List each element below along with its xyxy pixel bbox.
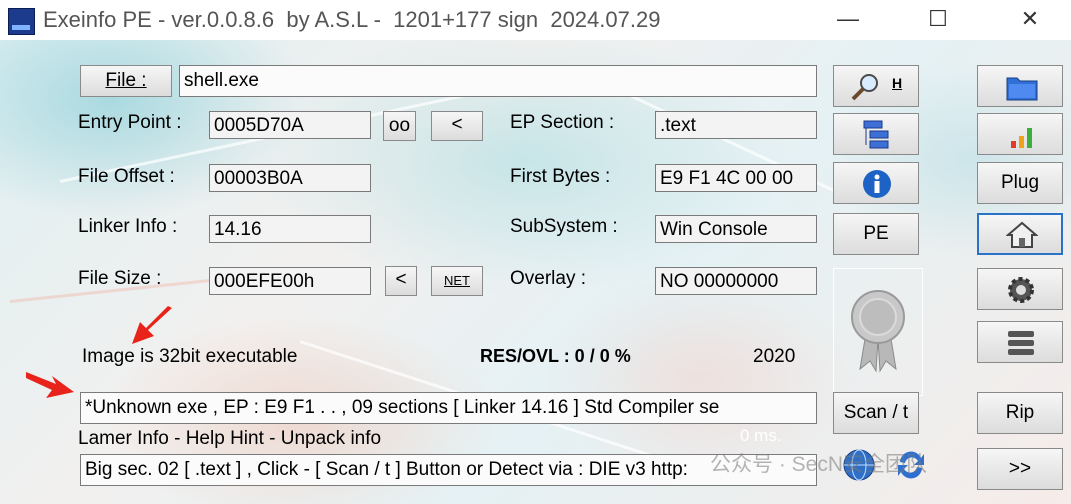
ep-back-button[interactable]: < — [431, 111, 483, 141]
image-bits-text: Image is 32bit executable — [82, 346, 298, 367]
scan-button[interactable]: Scan / t — [833, 392, 919, 434]
app-icon — [8, 8, 35, 35]
subsystem-field[interactable]: Win Console — [655, 215, 817, 243]
main-panel: File : shell.exe Entry Point : 0005D70A … — [0, 40, 1071, 504]
settings-button[interactable] — [977, 268, 1063, 310]
file-size-field[interactable]: 000EFE00h — [209, 267, 371, 295]
pe-button[interactable]: PE — [833, 213, 919, 255]
close-button[interactable]: ✕ — [1010, 4, 1050, 36]
open-folder-button[interactable] — [977, 65, 1063, 107]
res-ovl-text: RES/OVL : 0 / 0 % — [480, 346, 631, 366]
home-icon — [1006, 221, 1038, 248]
maximize-button[interactable]: ☐ — [918, 4, 958, 36]
red-arrow-icon — [26, 372, 74, 398]
size-back-button[interactable]: < — [385, 266, 417, 296]
menu-button[interactable] — [977, 321, 1063, 363]
file-button[interactable]: File : — [80, 65, 172, 97]
forward-button[interactable]: >> — [977, 448, 1063, 490]
info-icon — [863, 170, 891, 198]
window-title: Exeinfo PE - ver.0.0.8.6 by A.S.L - 1201… — [43, 7, 661, 32]
net-button-label: NET — [444, 273, 470, 288]
detection-result-field[interactable]: *Unknown exe , EP : E9 F1 . . , 09 secti… — [80, 392, 817, 424]
file-button-label: File : — [105, 70, 147, 91]
info-button[interactable] — [833, 162, 919, 204]
oo-button[interactable]: oo — [383, 111, 416, 141]
ep-section-field[interactable]: .text — [655, 111, 817, 139]
badge-panel — [833, 268, 923, 396]
year-text: 2020 — [753, 346, 796, 367]
search-hotkey-label: H — [892, 75, 903, 91]
net-button[interactable]: NET — [431, 266, 483, 296]
first-bytes-label: First Bytes : — [510, 166, 611, 187]
folder-icon — [1006, 77, 1038, 101]
badge-icon — [851, 290, 905, 373]
overlay-field[interactable]: NO 00000000 — [655, 267, 817, 295]
rip-button[interactable]: Rip — [977, 392, 1063, 434]
title-bar: Exeinfo PE - ver.0.0.8.6 by A.S.L - 1201… — [0, 0, 1071, 40]
file-offset-label: File Offset : — [78, 166, 175, 187]
watermark-text: 公众号 · SecN安全团队 — [710, 453, 928, 476]
red-arrow-icon — [132, 306, 172, 344]
stats-button[interactable] — [977, 113, 1063, 155]
bars-chart-icon — [1011, 128, 1032, 148]
tree-list-icon — [863, 120, 889, 149]
lamer-info-text[interactable]: Lamer Info - Help Hint - Unpack info — [78, 428, 381, 450]
timing-text: 0 ms. — [740, 426, 782, 445]
linker-info-label: Linker Info : — [78, 216, 178, 237]
first-bytes-field[interactable]: E9 F1 4C 00 00 — [655, 164, 817, 192]
search-icon — [851, 74, 878, 101]
search-button[interactable]: H — [833, 65, 919, 107]
file-path-field[interactable]: shell.exe — [179, 65, 817, 97]
entry-point-label: Entry Point : — [78, 112, 182, 133]
linker-info-field[interactable]: 14.16 — [209, 215, 371, 243]
file-size-label: File Size : — [78, 268, 162, 289]
ep-section-label: EP Section : — [510, 112, 615, 133]
overlay-label: Overlay : — [510, 268, 587, 289]
home-button[interactable] — [977, 213, 1063, 255]
file-offset-field[interactable]: 00003B0A — [209, 164, 371, 192]
stack-icon — [1008, 331, 1034, 355]
hint-field[interactable]: Big sec. 02 [ .text ] , Click - [ Scan /… — [80, 454, 817, 486]
entry-point-field[interactable]: 0005D70A — [209, 111, 371, 139]
subsystem-label: SubSystem : — [510, 216, 618, 237]
minimize-button[interactable]: — — [828, 4, 868, 36]
section-viewer-button[interactable] — [833, 113, 919, 155]
plug-button[interactable]: Plug — [977, 162, 1063, 204]
gear-icon — [1008, 277, 1034, 303]
